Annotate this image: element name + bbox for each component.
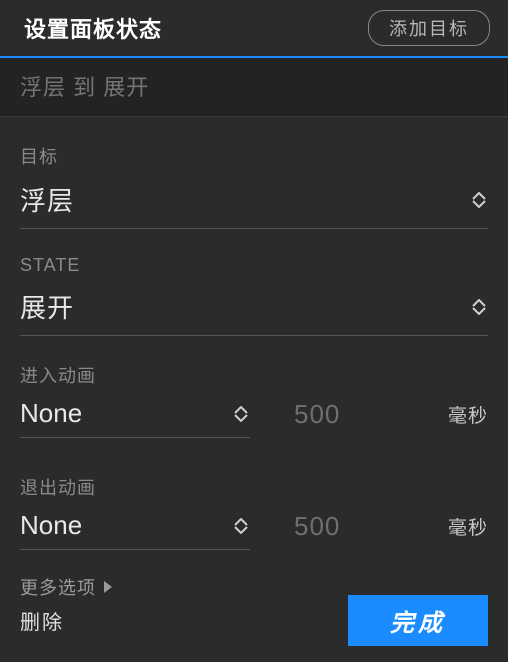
done-button[interactable]: 完成 bbox=[348, 595, 488, 646]
state-value: 展开 bbox=[20, 288, 74, 325]
exit-duration-wrap: 毫秒 bbox=[274, 511, 488, 550]
triangle-right-icon bbox=[104, 581, 112, 593]
enter-anim-label: 进入动画 bbox=[20, 362, 488, 388]
exit-anim-label: 退出动画 bbox=[20, 474, 488, 500]
state-select[interactable]: 展开 bbox=[20, 282, 488, 336]
panel-body: 目标 浮层 STATE 展开 进入动画 None 毫秒 退出动画 bbox=[0, 117, 508, 600]
enter-duration-unit: 毫秒 bbox=[448, 401, 488, 428]
panel-header: 设置面板状态 添加目标 bbox=[0, 0, 508, 56]
exit-duration-unit: 毫秒 bbox=[448, 513, 488, 540]
state-label: STATE bbox=[20, 255, 488, 276]
enter-duration-wrap: 毫秒 bbox=[274, 399, 488, 438]
enter-anim-select[interactable]: None bbox=[20, 394, 250, 438]
enter-duration-input[interactable] bbox=[274, 399, 364, 430]
updown-icon bbox=[234, 406, 250, 422]
updown-icon bbox=[472, 299, 488, 315]
target-label: 目标 bbox=[20, 143, 488, 169]
enter-anim-value: None bbox=[20, 398, 82, 429]
exit-anim-value: None bbox=[20, 510, 82, 541]
target-value: 浮层 bbox=[20, 181, 74, 218]
updown-icon bbox=[234, 518, 250, 534]
exit-duration-input[interactable] bbox=[274, 511, 364, 542]
target-select[interactable]: 浮层 bbox=[20, 175, 488, 229]
exit-anim-row: None 毫秒 bbox=[20, 506, 488, 550]
summary-bar[interactable]: 浮层 到 展开 bbox=[0, 56, 508, 117]
add-target-button[interactable]: 添加目标 bbox=[368, 10, 490, 46]
enter-anim-row: None 毫秒 bbox=[20, 394, 488, 438]
updown-icon bbox=[472, 192, 488, 208]
panel-title: 设置面板状态 bbox=[24, 12, 162, 44]
exit-anim-select[interactable]: None bbox=[20, 506, 250, 550]
panel-footer: 删除 完成 bbox=[0, 595, 508, 662]
delete-button[interactable]: 删除 bbox=[20, 606, 64, 635]
